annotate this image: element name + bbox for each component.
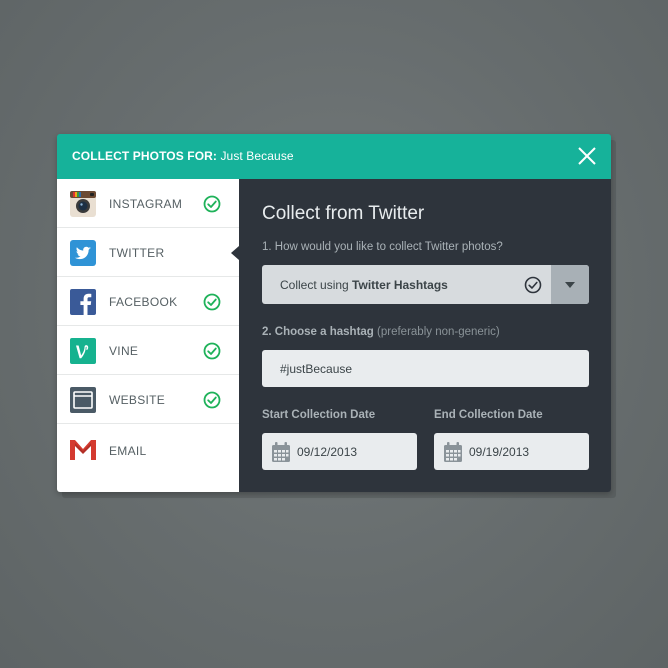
sidebar-item-website[interactable]: WEBSITE [57,375,239,424]
start-date-label: Start Collection Date [262,409,376,421]
website-icon [70,387,96,413]
hashtag-label-text: 2. Choose a hashtag [262,326,374,338]
collect-panel: Collect from Twitter 1. How would you li… [239,179,611,492]
close-button[interactable] [577,146,597,166]
select-dropdown-button[interactable] [551,265,589,304]
modal-title-value: Just Because [220,149,294,163]
collect-photos-modal: COLLECT PHOTOS FOR: Just Because INSTAGR… [57,134,611,492]
sidebar-item-label: INSTAGRAM [109,197,183,211]
start-date-field[interactable]: 09/12/2013 [262,433,417,470]
hashtag-hint: (preferably non-generic) [373,326,500,338]
source-sidebar: INSTAGRAM TWITTER FACEBOOK VINE WEBSITE … [57,179,239,492]
collection-method-select[interactable]: Collect using Twitter Hashtags [262,265,589,304]
select-selected: Twitter Hashtags [352,278,448,292]
collection-method-label: 1. How would you like to collect Twitter… [262,241,503,253]
check-circle-icon [203,342,221,360]
sidebar-item-label: TWITTER [109,246,165,260]
sidebar-item-label: VINE [109,344,139,358]
hashtag-input[interactable] [262,350,589,387]
start-date-value: 09/12/2013 [297,445,358,459]
select-prefix: Collect using [280,278,353,292]
active-indicator [231,246,239,260]
calendar-icon [444,442,462,462]
hashtag-label: 2. Choose a hashtag (preferably non-gene… [262,326,500,338]
sidebar-item-vine[interactable]: VINE [57,326,239,375]
modal-header: COLLECT PHOTOS FOR: Just Because [57,134,611,179]
sidebar-item-facebook[interactable]: FACEBOOK [57,277,239,326]
gmail-icon [70,440,96,460]
vine-icon [70,338,96,364]
end-date-value: 09/19/2013 [469,445,530,459]
check-circle-icon [524,276,542,294]
check-circle-icon [203,195,221,213]
calendar-icon [272,442,290,462]
check-circle-icon [203,293,221,311]
sidebar-item-label: WEBSITE [109,393,166,407]
sidebar-item-email[interactable]: EMAIL [57,424,239,473]
chevron-down-icon [565,282,575,288]
end-date-label: End Collection Date [434,409,543,421]
panel-title: Collect from Twitter [262,203,425,224]
instagram-icon [70,191,96,217]
facebook-icon [70,289,96,315]
end-date-field[interactable]: 09/19/2013 [434,433,589,470]
sidebar-item-label: EMAIL [109,444,147,458]
select-value: Collect using Twitter Hashtags [280,278,448,292]
twitter-icon [70,240,96,266]
check-circle-icon [203,391,221,409]
modal-title-label: COLLECT PHOTOS FOR: [72,149,218,163]
sidebar-item-instagram[interactable]: INSTAGRAM [57,179,239,228]
sidebar-item-twitter[interactable]: TWITTER [57,228,239,277]
modal-title: COLLECT PHOTOS FOR: Just Because [72,149,294,163]
sidebar-item-label: FACEBOOK [109,295,178,309]
close-icon [578,147,596,165]
